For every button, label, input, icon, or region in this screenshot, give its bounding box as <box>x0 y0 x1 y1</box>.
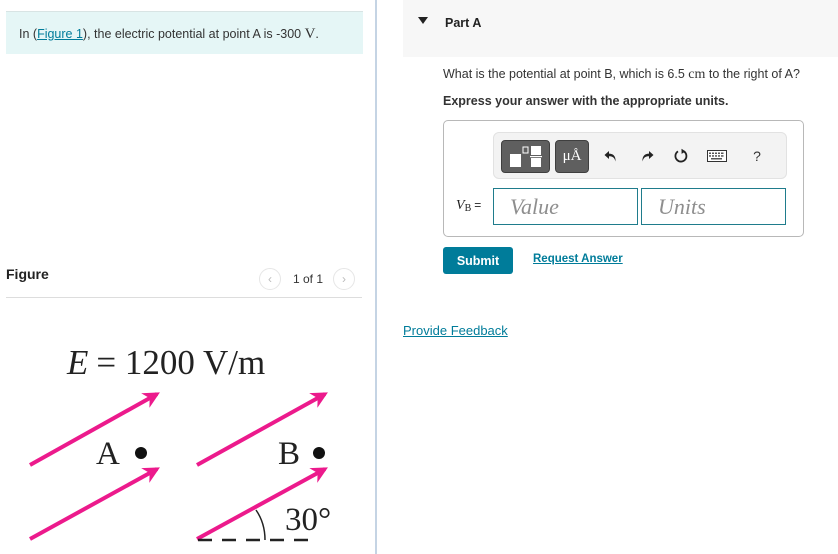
undo-button[interactable] <box>600 145 622 167</box>
intro-prefix: In ( <box>19 27 38 41</box>
question-unit: cm <box>688 67 706 82</box>
reset-icon <box>674 148 688 163</box>
submit-button[interactable]: Submit <box>443 247 513 274</box>
next-figure-button[interactable]: › <box>333 268 356 290</box>
field-label: E = 1200 V/m <box>66 343 265 382</box>
field-symbol: E <box>66 343 88 382</box>
question-suffix: to the right of A? <box>705 67 800 81</box>
units-input[interactable] <box>641 188 786 225</box>
templates-button[interactable] <box>501 140 550 173</box>
units-button-label: μÅ <box>562 148 582 164</box>
templates-icon <box>509 145 542 167</box>
point-a-label: A <box>96 436 120 472</box>
keyboard-button[interactable] <box>706 145 728 167</box>
intro-period: . <box>315 27 319 41</box>
pager-text: 1 of 1 <box>293 272 324 286</box>
question-text: What is the potential at point B, which … <box>443 67 800 83</box>
answer-box: μÅ ? VB = Value Units <box>443 120 804 237</box>
help-button[interactable]: ? <box>746 145 768 167</box>
answer-variable-label: VB = <box>456 198 481 214</box>
redo-icon <box>642 151 654 162</box>
caret-down-icon <box>418 17 428 24</box>
point-b-label: B <box>278 436 300 472</box>
figure-divider <box>6 297 362 298</box>
math-toolbar: μÅ ? <box>493 132 787 179</box>
answer-equals: = <box>474 198 482 212</box>
reset-button[interactable] <box>670 145 692 167</box>
chevron-right-icon: › <box>342 272 347 286</box>
value-input[interactable] <box>493 188 638 225</box>
prev-figure-button[interactable]: ‹ <box>259 268 281 290</box>
question-prefix: What is the potential at point B, which … <box>443 67 689 81</box>
request-answer-link[interactable]: Request Answer <box>533 253 623 265</box>
units-button[interactable]: μÅ <box>555 140 589 173</box>
provide-feedback-link[interactable]: Provide Feedback <box>403 323 508 338</box>
intro-unit: V <box>304 26 316 42</box>
point-b-dot <box>313 447 325 459</box>
angle-arc <box>255 509 266 541</box>
field-arrow <box>29 467 160 541</box>
point-a-dot <box>135 447 147 459</box>
answer-instruction: Express your answer with the appropriate… <box>443 94 729 108</box>
intro-suffix: ), the electric potential at point A is … <box>82 27 305 41</box>
answer-variable: V <box>456 198 465 213</box>
part-title: Part A <box>445 16 482 30</box>
figure-title: Figure <box>6 266 49 282</box>
chevron-left-icon: ‹ <box>268 272 272 286</box>
column-divider[interactable] <box>375 0 377 554</box>
figure-pager: ‹ 1 of 1 › <box>259 267 356 291</box>
answer-subscript: B <box>464 203 472 214</box>
figure-link[interactable]: Figure 1 <box>37 27 83 41</box>
figure-diagram: E = 1200 V/m A B 30° <box>29 343 331 542</box>
part-a-header[interactable]: Part A <box>403 0 838 57</box>
problem-intro: In (Figure 1), the electric potential at… <box>6 11 363 54</box>
redo-button[interactable] <box>636 145 658 167</box>
help-icon: ? <box>753 148 761 164</box>
undo-icon <box>604 151 616 162</box>
field-arrow <box>196 392 328 467</box>
angle-label: 30° <box>285 502 331 538</box>
keyboard-icon <box>707 150 727 162</box>
field-value: = 1200 V/m <box>96 343 265 382</box>
